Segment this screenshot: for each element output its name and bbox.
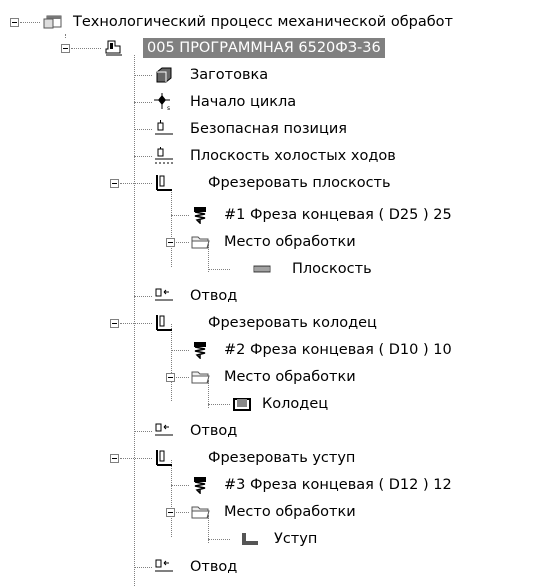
- tree-node-mesto1[interactable]: Место обработки: [0, 232, 554, 252]
- retract-icon: [155, 559, 173, 572]
- collapse-icon[interactable]: [110, 454, 119, 463]
- tree-node-mesto2[interactable]: Место обработки: [0, 367, 554, 387]
- item-label: Начало цикла: [190, 94, 297, 110]
- tree-node-mesto3[interactable]: Место обработки: [0, 502, 554, 522]
- tree-node-otvod1[interactable]: Отвод: [0, 286, 554, 306]
- operation-label: 005 ПРОГРАММНАЯ 6520ФЗ-36: [143, 38, 385, 58]
- tree-node-root[interactable]: Технологический процесс механической обр…: [0, 12, 554, 32]
- tree-node-tool1[interactable]: #1 Фреза концевая ( D25 ) 25: [0, 205, 554, 225]
- tree-connector: [120, 183, 152, 184]
- folder-icon: [191, 506, 210, 519]
- process-icon: [43, 15, 62, 29]
- tree-connector: [134, 431, 152, 432]
- tree-connector: [171, 215, 189, 216]
- tree-connector: [120, 323, 152, 324]
- idle-plane-icon: [155, 147, 173, 164]
- blank-icon: [156, 67, 172, 83]
- tree-connector: [171, 460, 172, 537]
- end-mill-icon: [194, 207, 206, 224]
- tree-node-ustup[interactable]: Уступ: [0, 529, 554, 549]
- tree-connector: [171, 350, 189, 351]
- tree-node-operation[interactable]: 005 ПРОГРАММНАЯ 6520ФЗ-36: [0, 38, 554, 58]
- item-label: Плоскость холостых ходов: [190, 148, 396, 164]
- tree-node-bezopasnaya[interactable]: Безопасная позиция: [0, 119, 554, 139]
- tree-connector: [171, 190, 172, 267]
- milling-icon: [156, 315, 172, 331]
- tree-node-frez-ploskost[interactable]: Фрезеровать плоскость: [0, 173, 554, 193]
- collapse-icon[interactable]: [166, 508, 175, 517]
- tree-connector: [134, 156, 152, 157]
- tree-connector: [120, 458, 152, 459]
- tree-connector: [176, 377, 189, 378]
- retract-icon: [155, 288, 173, 301]
- safe-position-icon: [155, 120, 173, 135]
- collapse-icon[interactable]: [110, 179, 119, 188]
- item-label: Место обработки: [224, 234, 356, 250]
- collapse-icon[interactable]: [110, 319, 119, 328]
- item-label: Отвод: [190, 288, 238, 304]
- item-label: Отвод: [190, 423, 238, 439]
- tree-connector: [208, 539, 230, 540]
- tree-connector: [171, 324, 172, 401]
- tree-connector: [134, 75, 152, 76]
- tree-node-nachalo[interactable]: s Начало цикла: [0, 92, 554, 112]
- tree-node-ploskost[interactable]: Плоскость: [0, 259, 554, 279]
- tree-node-otvod3[interactable]: Отвод: [0, 557, 554, 577]
- tree-connector: [134, 129, 152, 130]
- item-label: #2 Фреза концевая ( D10 ) 10: [224, 342, 452, 358]
- item-label: Отвод: [190, 559, 238, 575]
- end-mill-icon: [194, 342, 206, 359]
- item-label: Безопасная позиция: [190, 121, 347, 137]
- collapse-icon[interactable]: [166, 238, 175, 247]
- item-label: Фрезеровать плоскость: [208, 175, 391, 191]
- tree-view[interactable]: Технологический процесс механической обр…: [0, 0, 554, 586]
- tree-connector: [176, 512, 189, 513]
- retract-icon: [155, 423, 173, 436]
- end-mill-icon: [194, 477, 206, 494]
- item-label: Место обработки: [224, 504, 356, 520]
- tree-node-tool2[interactable]: #2 Фреза концевая ( D10 ) 10: [0, 340, 554, 360]
- collapse-icon[interactable]: [61, 44, 70, 53]
- item-label: #1 Фреза концевая ( D25 ) 25: [224, 207, 452, 223]
- tree-connector: [208, 404, 230, 405]
- svg-text:s: s: [167, 105, 170, 111]
- folder-icon: [191, 371, 210, 384]
- item-label: Фрезеровать колодец: [208, 315, 377, 331]
- tree-connector: [208, 269, 230, 270]
- tree-node-kolodec[interactable]: Колодец: [0, 394, 554, 414]
- item-label: Заготовка: [190, 67, 269, 83]
- collapse-icon[interactable]: [166, 373, 175, 382]
- milling-icon: [156, 450, 172, 466]
- tree-connector: [71, 48, 101, 49]
- tree-connector: [176, 242, 189, 243]
- item-label: Уступ: [274, 531, 318, 547]
- cycle-start-icon: s: [154, 93, 170, 111]
- tree-connector: [134, 102, 152, 103]
- item-label: #3 Фреза концевая ( D12 ) 12: [224, 477, 452, 493]
- tree-node-zagotovka[interactable]: Заготовка: [0, 65, 554, 85]
- item-label: Фрезеровать уступ: [208, 450, 356, 466]
- tree-node-otvod2[interactable]: Отвод: [0, 421, 554, 441]
- tree-connector: [134, 296, 152, 297]
- milling-icon: [156, 175, 172, 191]
- item-label: Колодец: [262, 396, 329, 412]
- plane-surface-icon: [253, 265, 271, 273]
- tree-node-ploskost-hol[interactable]: Плоскость холостых ходов: [0, 146, 554, 166]
- tree-node-frez-kolodec[interactable]: Фрезеровать колодец: [0, 313, 554, 333]
- pocket-icon: [233, 398, 251, 411]
- root-label: Технологический процесс механической обр…: [73, 14, 453, 30]
- tree-connector: [134, 567, 152, 568]
- step-icon: [242, 533, 258, 545]
- tree-connector: [171, 485, 189, 486]
- tree-node-tool3[interactable]: #3 Фреза концевая ( D12 ) 12: [0, 475, 554, 495]
- collapse-icon[interactable]: [10, 18, 19, 27]
- item-label: Плоскость: [292, 261, 372, 277]
- folder-icon: [191, 236, 210, 249]
- tree-node-frez-ustup[interactable]: Фрезеровать уступ: [0, 448, 554, 468]
- machine-icon: [105, 40, 122, 56]
- tree-connector: [20, 22, 40, 23]
- item-label: Место обработки: [224, 369, 356, 385]
